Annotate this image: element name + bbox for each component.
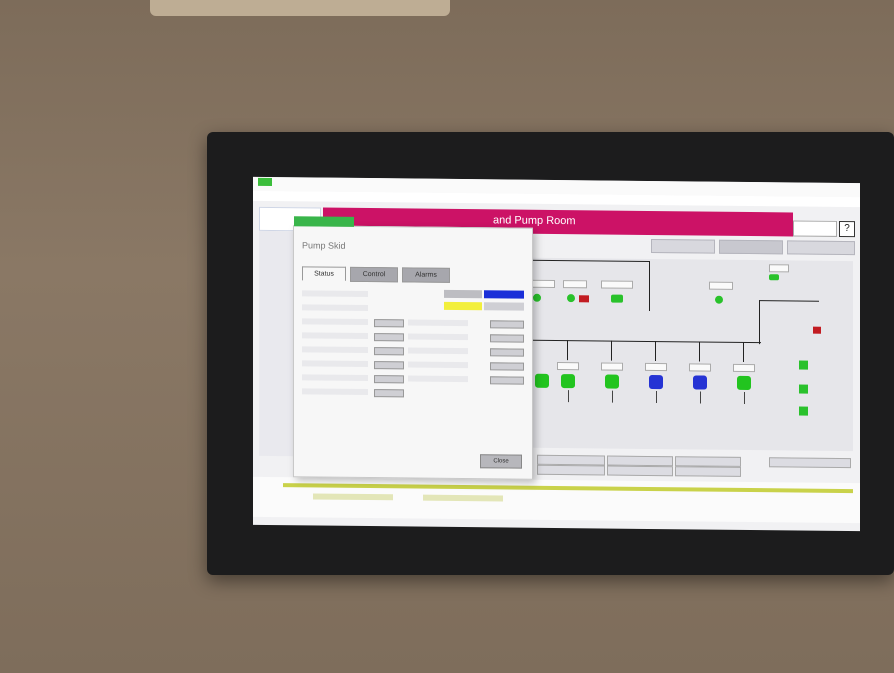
status-indicator-blue	[484, 290, 524, 299]
pipe	[611, 340, 612, 361]
value-field	[374, 333, 404, 342]
field-label	[302, 360, 368, 368]
tab-alarms[interactable]: Alarms	[402, 267, 450, 283]
monitor-screen: and Pump Room ? Pump Skid Status Control…	[253, 176, 860, 532]
status-dot	[567, 294, 575, 303]
process-diagram	[523, 257, 853, 452]
field-label	[408, 347, 468, 355]
pipe	[743, 341, 744, 362]
alarm-row-fill	[313, 493, 393, 501]
value-field	[490, 348, 524, 357]
value-field	[490, 376, 524, 385]
field-label	[302, 332, 368, 340]
status-dot	[533, 293, 541, 302]
nav-button[interactable]	[537, 454, 605, 466]
nav-button[interactable]	[675, 466, 741, 477]
pump-icon[interactable]	[693, 375, 707, 390]
value-box	[709, 281, 733, 290]
status-dot	[611, 294, 623, 303]
value-field	[374, 375, 404, 384]
status-square	[799, 360, 808, 370]
pipe	[529, 259, 649, 262]
nav-button[interactable]	[675, 456, 741, 467]
status-indicator-yellow	[444, 301, 482, 311]
bottom-button-row	[537, 454, 857, 480]
pipe	[759, 300, 819, 302]
status-indicator	[444, 289, 482, 299]
value-field	[374, 389, 404, 398]
valve-icon	[744, 391, 745, 404]
pump-icon[interactable]	[737, 375, 751, 391]
dialog-title: Pump Skid	[302, 240, 346, 251]
field-label	[408, 319, 468, 327]
value-field	[374, 361, 404, 370]
browser-tab-indicator	[258, 177, 272, 187]
pipe	[699, 341, 700, 362]
alarm-pump-icon[interactable]	[813, 326, 821, 334]
alarm-pump-icon[interactable]	[579, 295, 589, 303]
field-label	[408, 361, 468, 369]
nav-tab-2[interactable]	[719, 239, 783, 255]
valve-icon	[656, 391, 657, 404]
valve-icon	[612, 390, 613, 403]
value-box	[601, 280, 633, 289]
status-dot	[715, 295, 723, 304]
pipe	[567, 340, 568, 361]
help-icon[interactable]: ?	[839, 220, 855, 238]
valve-icon	[568, 390, 569, 403]
value-field	[374, 347, 404, 356]
value-box	[531, 279, 555, 288]
value-box	[689, 363, 711, 372]
dialog-window-tag	[294, 216, 354, 227]
nav-tab-1[interactable]	[651, 238, 715, 254]
nav-tab-3[interactable]	[787, 240, 855, 256]
nav-button[interactable]	[537, 464, 605, 476]
pump-icon[interactable]	[561, 374, 575, 389]
alarm-row-fill	[423, 494, 503, 502]
tab-control[interactable]: Control	[350, 266, 398, 283]
status-dot	[769, 274, 779, 281]
pipe	[655, 341, 656, 362]
value-box	[601, 362, 623, 371]
value-box	[645, 362, 667, 372]
status-indicator	[484, 302, 524, 311]
pump-icon[interactable]	[605, 374, 619, 389]
value-box	[563, 280, 587, 289]
value-box	[557, 362, 579, 371]
value-field	[490, 362, 524, 371]
nav-button[interactable]	[607, 455, 673, 467]
field-label	[302, 388, 368, 396]
pump-icon[interactable]	[535, 373, 549, 388]
field-label	[302, 346, 368, 354]
status-square	[799, 406, 808, 416]
pipe	[759, 300, 760, 345]
shelf-edge	[150, 0, 450, 16]
value-field	[374, 319, 404, 328]
pump-icon[interactable]	[649, 374, 663, 390]
field-label	[408, 333, 468, 341]
valve-icon	[700, 391, 701, 404]
value-field	[490, 334, 524, 343]
value-box	[769, 264, 789, 273]
tab-status[interactable]: Status	[302, 266, 346, 281]
nav-button[interactable]	[607, 465, 673, 477]
user-box[interactable]	[793, 220, 837, 237]
field-label	[408, 375, 468, 383]
pump-skid-dialog: Pump Skid Status Control Alarms Close	[293, 216, 533, 480]
left-sidebar	[259, 230, 296, 457]
value-box	[733, 363, 755, 373]
field-label	[302, 318, 368, 326]
nav-button[interactable]	[769, 457, 851, 469]
pipe	[649, 260, 650, 311]
field-label	[302, 290, 368, 298]
field-label	[302, 374, 368, 382]
status-square	[799, 384, 808, 394]
close-button[interactable]: Close	[480, 454, 522, 469]
field-label	[302, 304, 368, 312]
page-title: and Pump Room	[493, 214, 576, 228]
value-field	[490, 320, 524, 329]
